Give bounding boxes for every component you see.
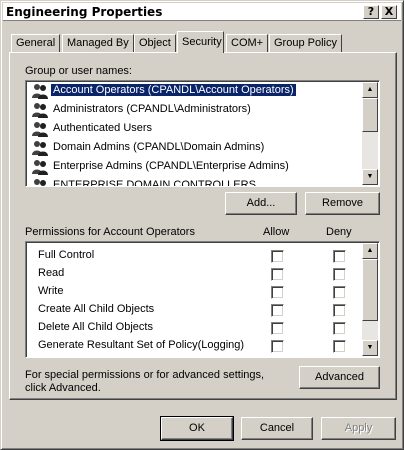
list-item-label: Domain Admins (CPANDL\Domain Admins): [53, 141, 265, 153]
list-item[interactable]: Account Operators (CPANDL\Account Operat…: [29, 82, 363, 100]
list-item[interactable]: Administrators (CPANDL\Administrators): [29, 101, 363, 119]
permission-row: Delete All Child Objects: [38, 319, 358, 337]
allow-checkbox[interactable]: [271, 286, 284, 299]
user-group-icon: [31, 159, 49, 175]
ok-button[interactable]: OK: [160, 416, 234, 441]
tab-label: Group Policy: [274, 37, 337, 49]
permission-name: Write: [38, 285, 64, 297]
ok-button-label: OK: [189, 422, 205, 434]
allow-checkbox[interactable]: [271, 322, 284, 335]
permissions-scrollbar[interactable]: ▲ ▼: [362, 243, 378, 356]
tab-group-policy[interactable]: Group Policy: [269, 34, 342, 52]
remove-button-label: Remove: [322, 197, 363, 209]
cancel-button[interactable]: Cancel: [241, 417, 313, 440]
window-title: Engineering Properties: [6, 5, 163, 19]
permission-row: Full Control: [38, 247, 358, 265]
allow-checkbox[interactable]: [271, 250, 284, 263]
list-item[interactable]: Authenticated Users: [29, 120, 363, 138]
scroll-down-arrow-icon[interactable]: ▼: [362, 169, 378, 185]
deny-checkbox[interactable]: [333, 250, 346, 263]
apply-button[interactable]: Apply: [321, 417, 396, 440]
remove-button[interactable]: Remove: [305, 192, 380, 215]
scroll-up-arrow-icon[interactable]: ▲: [362, 82, 378, 98]
allow-checkbox[interactable]: [271, 268, 284, 281]
list-item[interactable]: Enterprise Admins (CPANDL\Enterprise Adm…: [29, 158, 363, 176]
tab-label: Managed By: [67, 37, 129, 49]
permission-row: Read: [38, 265, 358, 283]
user-group-icon: [31, 121, 49, 137]
group-list-scrollbar[interactable]: ▲ ▼: [362, 82, 378, 185]
allow-checkbox[interactable]: [271, 340, 284, 353]
group-names-label: Group or user names:: [25, 65, 132, 77]
deny-checkbox[interactable]: [333, 286, 346, 299]
permission-row: Generate Resultant Set of Policy(Logging…: [38, 337, 358, 355]
tab-security[interactable]: Security: [177, 31, 224, 53]
deny-checkbox[interactable]: [333, 268, 346, 281]
list-item-label: Account Operators (CPANDL\Account Operat…: [50, 83, 297, 97]
permission-row: Write: [38, 283, 358, 301]
tab-managed-by[interactable]: Managed By: [62, 34, 134, 52]
permission-name: Full Control: [38, 249, 95, 261]
group-user-list[interactable]: Account Operators (CPANDL\Account Operat…: [25, 80, 380, 187]
permission-row: Create All Child Objects: [38, 301, 358, 319]
list-item-label: ENTERPRISE DOMAIN CONTROLLERS: [53, 179, 256, 187]
user-group-icon: [31, 140, 49, 156]
tab-com-plus[interactable]: COM+: [226, 34, 269, 52]
advanced-button-label: Advanced: [315, 371, 364, 383]
user-group-icon: [31, 102, 49, 118]
tab-label: COM+: [231, 37, 264, 49]
permission-name: Read: [38, 267, 65, 279]
scroll-thumb[interactable]: [362, 98, 378, 132]
deny-checkbox[interactable]: [333, 304, 346, 317]
tab-label: Object: [139, 37, 171, 49]
advanced-note-line1: For special permissions or for advanced …: [25, 369, 265, 381]
deny-checkbox[interactable]: [333, 340, 346, 353]
permissions-list: Full Control Read Write Create All Child Ob…: [25, 241, 380, 358]
list-item[interactable]: Domain Admins (CPANDL\Domain Admins): [29, 139, 363, 157]
scroll-up-arrow-icon[interactable]: ▲: [362, 243, 378, 259]
scroll-thumb[interactable]: [362, 259, 378, 321]
list-item-label: Administrators (CPANDL\Administrators): [53, 103, 251, 115]
permissions-label: Permissions for Account Operators: [25, 226, 195, 238]
apply-button-label: Apply: [344, 422, 373, 434]
title-bar[interactable]: Engineering Properties ? X: [3, 3, 401, 21]
scroll-down-arrow-icon[interactable]: ▼: [362, 340, 378, 356]
allow-checkbox[interactable]: [271, 304, 284, 317]
user-group-icon: [31, 178, 49, 186]
add-button[interactable]: Add...: [225, 192, 297, 215]
deny-checkbox[interactable]: [333, 322, 346, 335]
user-group-icon: [31, 83, 49, 99]
properties-dialog: Engineering Properties ? X General Manag…: [0, 0, 404, 450]
list-item-label: Authenticated Users: [53, 122, 153, 134]
list-item-label: Enterprise Admins (CPANDL\Enterprise Adm…: [53, 160, 289, 172]
permission-name: Generate Resultant Set of Policy(Logging…: [38, 339, 245, 351]
cancel-button-label: Cancel: [259, 422, 295, 434]
tab-label: General: [16, 37, 56, 49]
close-button[interactable]: X: [381, 5, 397, 19]
add-button-label: Add...: [246, 197, 276, 209]
tab-object[interactable]: Object: [134, 34, 176, 52]
deny-header: Deny: [326, 226, 352, 238]
help-button[interactable]: ?: [363, 5, 379, 19]
allow-header: Allow: [263, 226, 290, 238]
list-item[interactable]: ENTERPRISE DOMAIN CONTROLLERS: [29, 177, 363, 187]
advanced-button[interactable]: Advanced: [299, 366, 380, 389]
tab-general[interactable]: General: [11, 34, 61, 52]
permission-name: Create All Child Objects: [38, 303, 155, 315]
tab-label: Security: [182, 36, 222, 48]
permission-name: Delete All Child Objects: [38, 321, 153, 333]
advanced-note-line2: click Advanced.: [25, 382, 101, 394]
